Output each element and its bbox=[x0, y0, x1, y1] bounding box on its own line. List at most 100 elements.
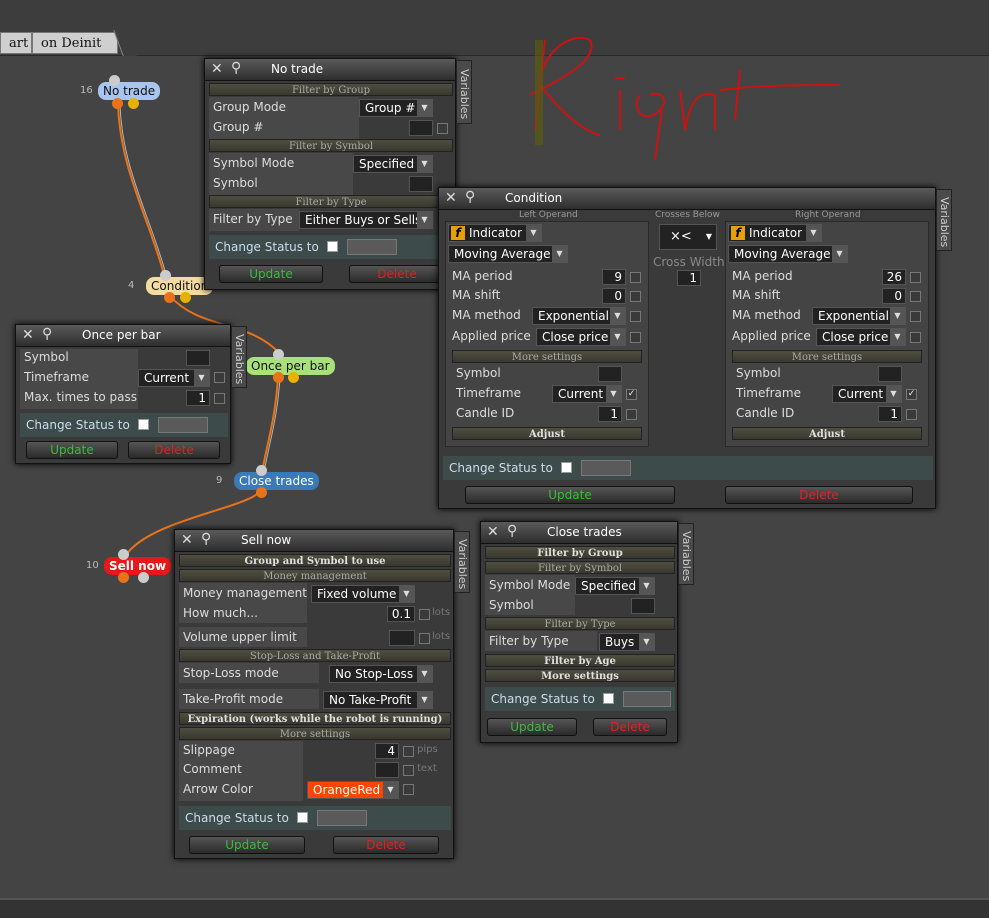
status-value-field[interactable] bbox=[623, 691, 671, 707]
panel-title-bar[interactable]: ✕ ⚲ Close trades bbox=[481, 522, 677, 544]
node-output-dot[interactable] bbox=[180, 292, 191, 303]
timeframe-checkbox[interactable] bbox=[214, 372, 225, 383]
filter-type-select[interactable]: Either Buys or Sells ▼ bbox=[299, 211, 433, 229]
delete-button[interactable]: Delete bbox=[128, 441, 220, 459]
ma-select[interactable]: Moving Average ▼ bbox=[448, 245, 568, 263]
timeframe-select[interactable]: Current ▼ bbox=[552, 385, 622, 403]
comment-input[interactable] bbox=[375, 762, 399, 778]
ma-period-input[interactable]: 26 bbox=[882, 269, 906, 285]
delete-button[interactable]: Delete bbox=[593, 718, 667, 736]
node-output-dot[interactable] bbox=[138, 572, 149, 583]
panel-title-bar[interactable]: ✕ ⚲ Sell now bbox=[175, 530, 453, 552]
timeframe-checkbox[interactable]: ✓ bbox=[626, 389, 637, 400]
ma-period-input[interactable]: 9 bbox=[602, 269, 626, 285]
status-value-field[interactable] bbox=[158, 417, 208, 433]
variables-tab[interactable]: Variables bbox=[936, 189, 952, 251]
update-button[interactable]: Update bbox=[219, 265, 323, 283]
checkbox[interactable] bbox=[630, 291, 641, 302]
checkbox[interactable] bbox=[910, 311, 921, 322]
node-input-dot[interactable] bbox=[273, 349, 284, 360]
symbol-input[interactable] bbox=[409, 176, 433, 192]
checkbox[interactable] bbox=[630, 332, 641, 343]
max-times-checkbox[interactable] bbox=[214, 393, 225, 404]
close-icon[interactable]: ✕ bbox=[181, 532, 193, 548]
section-group-symbol[interactable]: Group and Symbol to use bbox=[179, 554, 451, 567]
update-button[interactable]: Update bbox=[487, 718, 577, 736]
section-filter-group[interactable]: Filter by Group bbox=[485, 546, 675, 559]
ma-shift-input[interactable]: 0 bbox=[602, 288, 626, 304]
node-output-dot[interactable] bbox=[164, 292, 175, 303]
node-output-dot[interactable] bbox=[118, 572, 129, 583]
checkbox[interactable] bbox=[910, 272, 921, 283]
ma-method-select[interactable]: Exponential ▼ bbox=[812, 307, 906, 325]
node-output-dot[interactable] bbox=[128, 98, 139, 109]
money-management-select[interactable]: Fixed volume ▼ bbox=[311, 585, 415, 603]
adjust-button[interactable]: Adjust bbox=[452, 427, 642, 440]
cross-width-input[interactable]: 1 bbox=[677, 270, 701, 286]
applied-price-select[interactable]: Close price ▼ bbox=[536, 328, 626, 346]
group-num-checkbox[interactable] bbox=[437, 123, 448, 134]
update-button[interactable]: Update bbox=[26, 441, 118, 459]
indicator-select[interactable]: f Indicator ▼ bbox=[448, 224, 542, 242]
node-input-dot[interactable] bbox=[256, 465, 267, 476]
variables-tab[interactable]: Variables bbox=[231, 326, 247, 388]
checkbox[interactable] bbox=[403, 746, 414, 757]
variables-tab[interactable]: Variables bbox=[454, 531, 470, 593]
ma-select[interactable]: Moving Average ▼ bbox=[728, 245, 848, 263]
timeframe-checkbox[interactable]: ✓ bbox=[906, 389, 917, 400]
node-no-trade[interactable]: 16 No trade bbox=[76, 82, 166, 100]
checkbox[interactable] bbox=[630, 272, 641, 283]
change-status-checkbox[interactable] bbox=[327, 241, 338, 252]
checkbox[interactable] bbox=[630, 311, 641, 322]
symbol-input[interactable] bbox=[878, 366, 902, 382]
close-icon[interactable]: ✕ bbox=[487, 524, 499, 540]
filter-type-select[interactable]: Buys ▼ bbox=[599, 633, 655, 651]
node-close-trades[interactable]: 9 Close trades bbox=[212, 472, 325, 490]
arrow-color-select[interactable]: OrangeRed ▼ bbox=[307, 781, 399, 799]
update-button[interactable]: Update bbox=[465, 486, 675, 504]
ma-method-select[interactable]: Exponential ▼ bbox=[532, 307, 626, 325]
pin-icon[interactable]: ⚲ bbox=[231, 60, 241, 76]
section-expiration[interactable]: Expiration (works while the robot is run… bbox=[179, 712, 451, 725]
panel-title-bar[interactable]: ✕ ⚲ Once per bar bbox=[16, 325, 230, 347]
symbol-input[interactable] bbox=[631, 598, 655, 614]
symbol-input[interactable] bbox=[598, 366, 622, 382]
checkbox[interactable] bbox=[910, 291, 921, 302]
volume-limit-input[interactable] bbox=[389, 630, 415, 646]
node-output-dot[interactable] bbox=[256, 487, 267, 498]
candle-id-input[interactable]: 1 bbox=[598, 406, 622, 422]
candle-id-input[interactable]: 1 bbox=[878, 406, 902, 422]
how-much-input[interactable]: 0.1 bbox=[387, 606, 415, 622]
symbol-mode-select[interactable]: Specified ▼ bbox=[575, 577, 655, 595]
operator-select[interactable]: ×< ▼ bbox=[659, 224, 717, 250]
max-times-input[interactable]: 1 bbox=[186, 390, 210, 406]
variables-tab[interactable]: Variables bbox=[678, 523, 694, 585]
delete-button[interactable]: Delete bbox=[333, 836, 439, 854]
change-status-checkbox[interactable] bbox=[138, 419, 149, 430]
pin-icon[interactable]: ⚲ bbox=[201, 531, 211, 547]
update-button[interactable]: Update bbox=[189, 836, 305, 854]
status-value-field[interactable] bbox=[347, 239, 397, 255]
node-input-dot[interactable] bbox=[118, 549, 129, 560]
variables-tab[interactable]: Variables bbox=[456, 60, 472, 124]
symbol-input[interactable] bbox=[186, 350, 210, 366]
close-icon[interactable]: ✕ bbox=[22, 327, 34, 343]
pin-icon[interactable]: ⚲ bbox=[465, 189, 475, 205]
adjust-button[interactable]: Adjust bbox=[732, 427, 922, 440]
checkbox[interactable] bbox=[906, 409, 917, 420]
group-mode-select[interactable]: Group # ▼ bbox=[359, 99, 433, 117]
indicator-select[interactable]: f Indicator ▼ bbox=[728, 224, 822, 242]
pin-icon[interactable]: ⚲ bbox=[42, 326, 52, 342]
close-icon[interactable]: ✕ bbox=[445, 190, 457, 206]
node-output-dot[interactable] bbox=[112, 98, 123, 109]
close-icon[interactable]: ✕ bbox=[211, 61, 223, 77]
checkbox[interactable] bbox=[403, 784, 414, 795]
node-output-dot[interactable] bbox=[288, 372, 299, 383]
change-status-checkbox[interactable] bbox=[603, 693, 614, 704]
ma-shift-input[interactable]: 0 bbox=[882, 288, 906, 304]
group-num-input[interactable] bbox=[409, 120, 433, 136]
status-value-field[interactable] bbox=[581, 460, 631, 476]
checkbox[interactable] bbox=[403, 765, 414, 776]
section-more-settings[interactable]: More settings bbox=[485, 669, 675, 682]
status-value-field[interactable] bbox=[317, 810, 367, 826]
